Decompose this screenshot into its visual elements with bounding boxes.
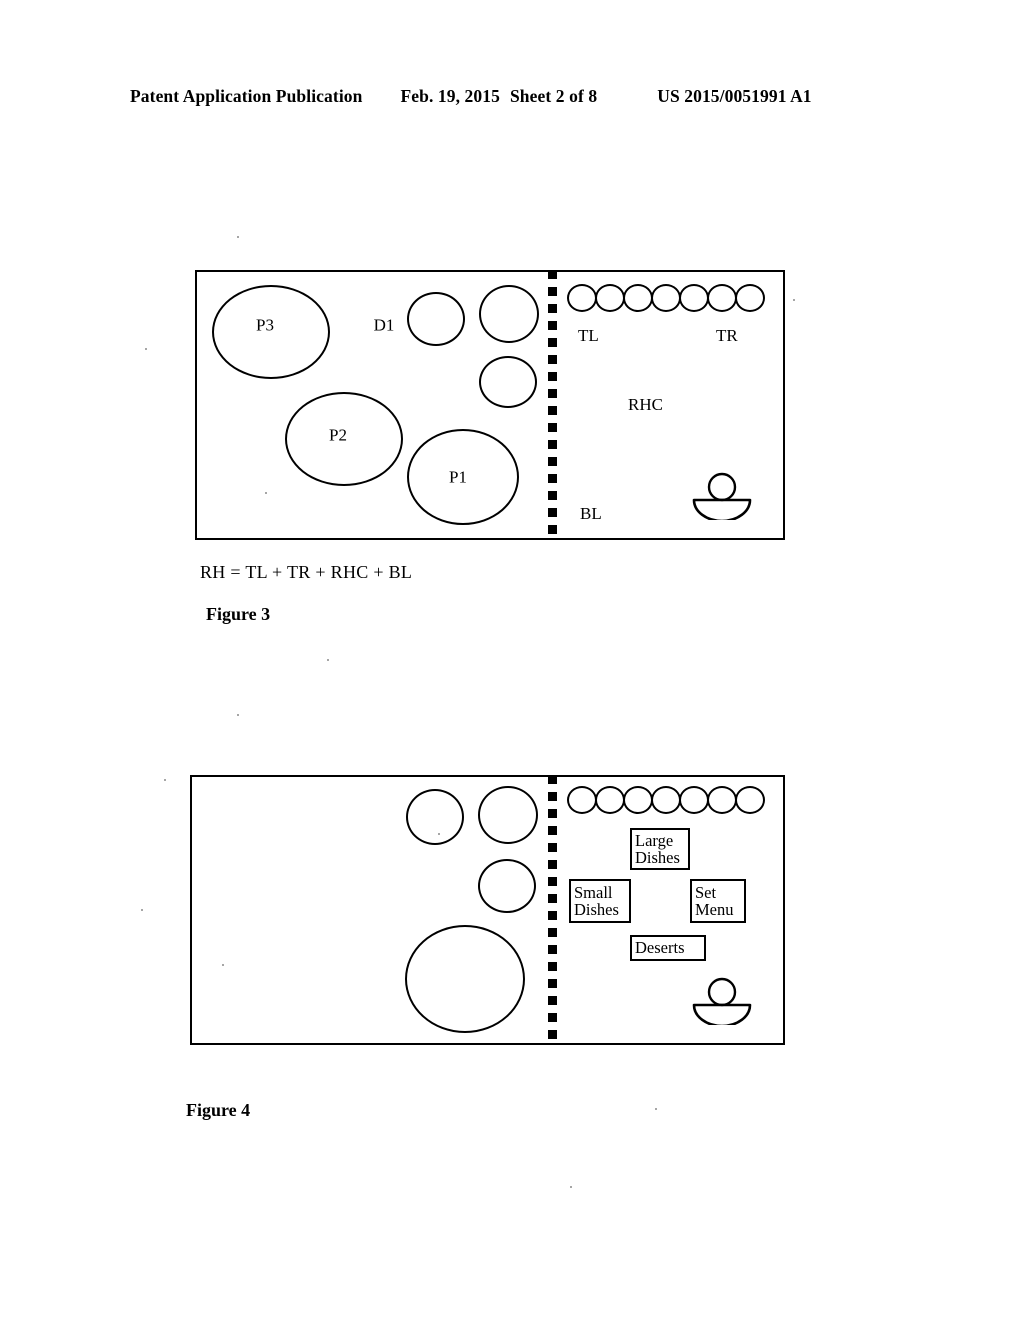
menu-box-small-dishes[interactable]: Small Dishes [569, 879, 631, 923]
scan-speckle [327, 659, 329, 661]
scan-speckle [164, 779, 166, 781]
figure-3-caption: Figure 3 [206, 604, 271, 624]
menu-box-set-menu-line-2: Menu [695, 900, 734, 919]
dish-d1-a[interactable] [407, 292, 465, 346]
menu-box-large-dishes[interactable]: Large Dishes [630, 828, 690, 870]
region-label-tr: TR [716, 326, 738, 345]
plate-label-p3: P3 [256, 315, 274, 335]
menu-box-deserts-line-1: Deserts [635, 938, 685, 958]
plate-top-right[interactable] [478, 786, 538, 844]
chip-1[interactable] [567, 284, 597, 312]
menu-box-large-dishes-line-2: Dishes [635, 848, 680, 867]
dish-d1-c[interactable] [479, 356, 537, 408]
chip-4[interactable] [651, 284, 681, 312]
plate-middle[interactable] [478, 859, 536, 913]
scan-speckle [141, 909, 143, 911]
menu-box-set-menu-line-1: Set [695, 882, 717, 902]
plate-large-bottom[interactable] [405, 925, 525, 1033]
header-patent-number: US 2015/0051991 A1 [657, 86, 812, 106]
person-icon[interactable] [690, 977, 754, 1025]
chip-7[interactable] [735, 786, 765, 814]
scan-speckle [237, 236, 239, 238]
region-label-tl: TL [578, 326, 599, 345]
scan-speckle [265, 492, 267, 494]
figure-3-divider [548, 270, 557, 540]
scan-speckle [655, 1108, 657, 1110]
region-label-rhc: RHC [628, 395, 663, 414]
chip-2[interactable] [595, 284, 625, 312]
chip-2[interactable] [595, 786, 625, 814]
chip-4[interactable] [651, 786, 681, 814]
chip-6[interactable] [707, 284, 737, 312]
scan-speckle [237, 714, 239, 716]
figure-4-caption: Figure 4 [186, 1100, 251, 1120]
chip-3[interactable] [623, 284, 653, 312]
scan-speckle [570, 1186, 572, 1188]
plate-label-p2: P2 [329, 425, 347, 445]
menu-box-large-dishes-line-1: Large [635, 830, 674, 850]
scan-speckle [438, 833, 440, 835]
header-date-text: Feb. 19, 2015 [400, 86, 500, 106]
menu-box-small-dishes-line-1: Small [574, 882, 613, 902]
plate-label-p1: P1 [449, 467, 467, 487]
chip-5[interactable] [679, 786, 709, 814]
menu-box-small-dishes-line-2: Dishes [574, 900, 619, 919]
figure-4-divider [548, 775, 557, 1045]
chip-6[interactable] [707, 786, 737, 814]
header-publication-text: Patent Application Publication [130, 86, 363, 106]
dish-d1-b[interactable] [479, 285, 539, 343]
figure-3-formula: RH = TL + TR + RHC + BL [200, 562, 413, 582]
page-header: Patent Application Publication Feb. 19, … [130, 86, 890, 112]
scan-speckle [222, 964, 224, 966]
chip-7[interactable] [735, 284, 765, 312]
scan-speckle [145, 348, 147, 350]
chip-3[interactable] [623, 786, 653, 814]
scan-speckle [793, 299, 795, 301]
plate-top-left[interactable] [406, 789, 464, 845]
menu-box-deserts[interactable]: Deserts [630, 935, 706, 961]
chip-5[interactable] [679, 284, 709, 312]
header-sheet-text: Sheet 2 of 8 [509, 86, 598, 106]
person-icon[interactable] [690, 472, 754, 520]
region-label-bl: BL [580, 504, 602, 523]
chip-1[interactable] [567, 786, 597, 814]
dish-label-d1: D1 [373, 315, 395, 335]
menu-box-set-menu[interactable]: Set Menu [690, 879, 746, 923]
